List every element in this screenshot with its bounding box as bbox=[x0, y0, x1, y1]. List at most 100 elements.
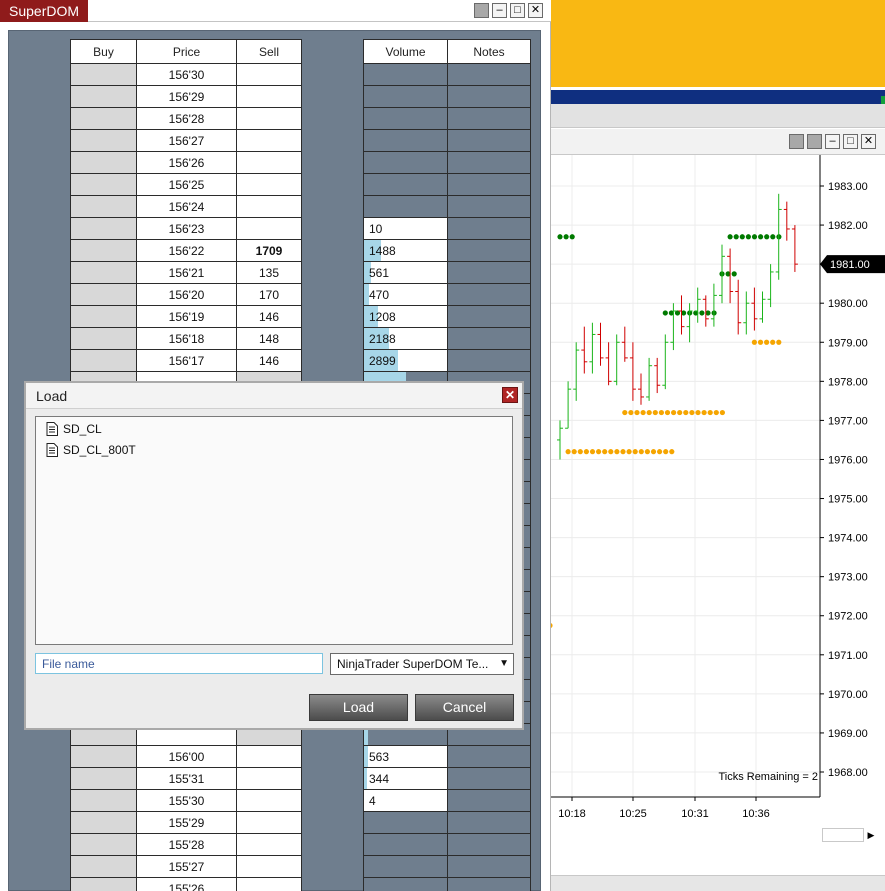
ladder-row[interactable]: 156'20 170 bbox=[70, 283, 302, 306]
sell-cell[interactable]: 146 bbox=[236, 305, 302, 328]
buy-cell[interactable] bbox=[70, 745, 137, 768]
buy-cell[interactable] bbox=[70, 85, 137, 108]
superdom-maximize-button[interactable]: □ bbox=[510, 3, 525, 18]
price-cell[interactable]: 156'23 bbox=[136, 217, 237, 240]
notes-cell[interactable] bbox=[447, 745, 531, 768]
ladder-row[interactable]: 156'27 bbox=[70, 129, 302, 152]
notes-cell[interactable] bbox=[447, 855, 531, 878]
ladder-row[interactable]: 156'25 bbox=[70, 173, 302, 196]
chart-minimize-button[interactable]: – bbox=[825, 134, 840, 149]
ladder-row[interactable]: 156'26 bbox=[70, 151, 302, 174]
scroll-right-icon[interactable]: ▶ bbox=[864, 828, 878, 842]
superdom-close-button[interactable]: ✕ bbox=[528, 3, 543, 18]
load-button[interactable]: Load bbox=[309, 694, 408, 721]
price-cell[interactable]: 155'26 bbox=[136, 877, 237, 891]
buy-cell[interactable] bbox=[70, 327, 137, 350]
notes-cell[interactable] bbox=[447, 85, 531, 108]
sell-cell[interactable] bbox=[236, 173, 302, 196]
buy-cell[interactable] bbox=[70, 789, 137, 812]
buy-cell[interactable] bbox=[70, 833, 137, 856]
sell-cell[interactable] bbox=[236, 855, 302, 878]
price-cell[interactable]: 155'30 bbox=[136, 789, 237, 812]
ladder-row[interactable]: 156'24 bbox=[70, 195, 302, 218]
chart-tile-button[interactable] bbox=[807, 134, 822, 149]
sell-cell[interactable]: 148 bbox=[236, 327, 302, 350]
sell-cell[interactable] bbox=[236, 789, 302, 812]
price-cell[interactable]: 156'19 bbox=[136, 305, 237, 328]
buy-cell[interactable] bbox=[70, 217, 137, 240]
buy-cell[interactable] bbox=[70, 261, 137, 284]
buy-cell[interactable] bbox=[70, 877, 137, 891]
price-cell[interactable]: 155'31 bbox=[136, 767, 237, 790]
notes-cell[interactable] bbox=[447, 349, 531, 372]
sell-cell[interactable] bbox=[236, 63, 302, 86]
sell-cell[interactable]: 135 bbox=[236, 261, 302, 284]
buy-cell[interactable] bbox=[70, 151, 137, 174]
price-cell[interactable]: 156'24 bbox=[136, 195, 237, 218]
sell-cell[interactable] bbox=[236, 151, 302, 174]
file-type-select[interactable]: NinjaTrader SuperDOM Te... ▼ bbox=[330, 653, 514, 675]
price-cell[interactable]: 156'21 bbox=[136, 261, 237, 284]
price-cell[interactable]: 156'18 bbox=[136, 327, 237, 350]
notes-cell[interactable] bbox=[447, 63, 531, 86]
price-cell[interactable]: 156'26 bbox=[136, 151, 237, 174]
notes-cell[interactable] bbox=[447, 173, 531, 196]
ladder-row[interactable]: 155'28 bbox=[70, 833, 302, 856]
ladder-row[interactable]: 155'30 bbox=[70, 789, 302, 812]
notes-cell[interactable] bbox=[447, 305, 531, 328]
ladder-row[interactable]: 156'28 bbox=[70, 107, 302, 130]
notes-cell[interactable] bbox=[447, 129, 531, 152]
ladder-row[interactable]: 156'29 bbox=[70, 85, 302, 108]
notes-cell[interactable] bbox=[447, 789, 531, 812]
buy-cell[interactable] bbox=[70, 349, 137, 372]
ladder-row[interactable]: 155'26 bbox=[70, 877, 302, 891]
ladder-row[interactable]: 156'30 bbox=[70, 63, 302, 86]
price-cell[interactable]: 156'25 bbox=[136, 173, 237, 196]
ladder-row[interactable]: 156'00 bbox=[70, 745, 302, 768]
buy-cell[interactable] bbox=[70, 283, 137, 306]
notes-cell[interactable] bbox=[447, 833, 531, 856]
price-chart[interactable]: 1983.00 1982.00 1981.00 1980.00 1979.00 1978.… bbox=[548, 155, 885, 847]
price-cell[interactable]: 156'29 bbox=[136, 85, 237, 108]
buy-cell[interactable] bbox=[70, 195, 137, 218]
buy-cell[interactable] bbox=[70, 129, 137, 152]
ladder-row[interactable]: 156'23 bbox=[70, 217, 302, 240]
file-list[interactable]: SD_CL SD_CL_800T bbox=[35, 416, 513, 645]
notes-cell[interactable] bbox=[447, 327, 531, 350]
price-cell[interactable]: 155'29 bbox=[136, 811, 237, 834]
price-cell[interactable]: 155'27 bbox=[136, 855, 237, 878]
ladder-row[interactable]: 156'18 148 bbox=[70, 327, 302, 350]
sell-cell[interactable] bbox=[236, 107, 302, 130]
price-cell[interactable]: 156'17 bbox=[136, 349, 237, 372]
buy-cell[interactable] bbox=[70, 855, 137, 878]
buy-cell[interactable] bbox=[70, 107, 137, 130]
price-cell[interactable]: 156'22 bbox=[136, 239, 237, 262]
price-cell[interactable]: 155'28 bbox=[136, 833, 237, 856]
notes-cell[interactable] bbox=[447, 151, 531, 174]
price-cell[interactable]: 156'27 bbox=[136, 129, 237, 152]
load-dialog-titlebar[interactable]: Load ✕ bbox=[26, 383, 522, 409]
buy-cell[interactable] bbox=[70, 63, 137, 86]
buy-cell[interactable] bbox=[70, 173, 137, 196]
notes-cell[interactable] bbox=[447, 195, 531, 218]
ladder-row[interactable]: 155'29 bbox=[70, 811, 302, 834]
ladder-row[interactable]: 155'31 bbox=[70, 767, 302, 790]
buy-cell[interactable] bbox=[70, 239, 137, 262]
sell-cell[interactable] bbox=[236, 811, 302, 834]
ladder-row[interactable]: 155'27 bbox=[70, 855, 302, 878]
sell-cell[interactable]: 146 bbox=[236, 349, 302, 372]
sell-cell[interactable] bbox=[236, 129, 302, 152]
price-cell[interactable]: 156'30 bbox=[136, 63, 237, 86]
notes-cell[interactable] bbox=[447, 261, 531, 284]
sell-cell[interactable] bbox=[236, 833, 302, 856]
chart-scrollbar[interactable] bbox=[822, 828, 864, 842]
sell-cell[interactable] bbox=[236, 877, 302, 891]
buy-cell[interactable] bbox=[70, 767, 137, 790]
cancel-button[interactable]: Cancel bbox=[415, 694, 514, 721]
sell-cell[interactable] bbox=[236, 195, 302, 218]
buy-cell[interactable] bbox=[70, 305, 137, 328]
price-cell[interactable]: 156'28 bbox=[136, 107, 237, 130]
sell-cell[interactable]: 1709 bbox=[236, 239, 302, 262]
sell-cell[interactable]: 170 bbox=[236, 283, 302, 306]
sell-cell[interactable] bbox=[236, 217, 302, 240]
